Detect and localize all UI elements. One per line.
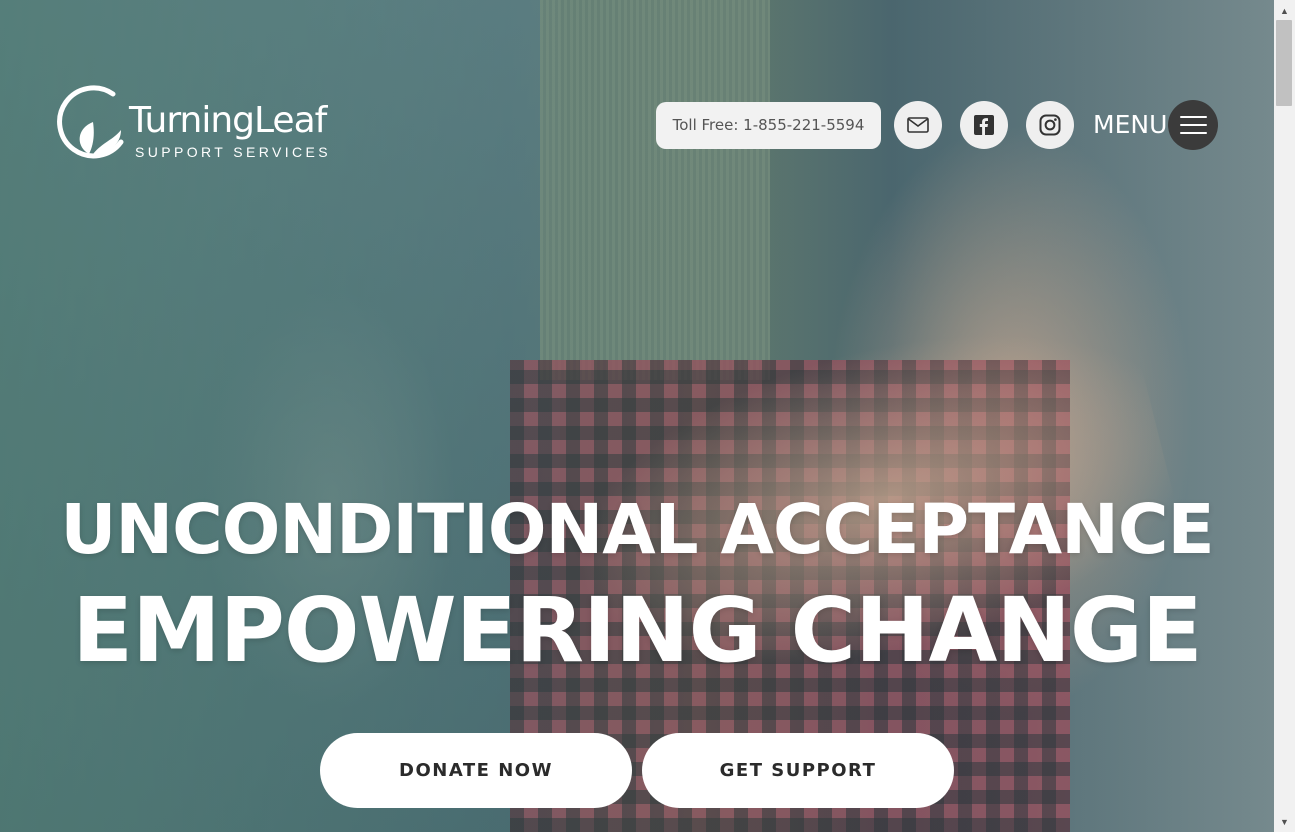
instagram-button[interactable]: [1026, 101, 1074, 149]
page-scrollbar[interactable]: ▲ ▼: [1274, 0, 1295, 832]
instagram-icon: [1039, 114, 1061, 136]
menu-label[interactable]: MENU: [1093, 108, 1167, 142]
hero-background: TurningLeaf SUPPORT SERVICES Toll Free: …: [0, 0, 1274, 832]
facebook-icon: [974, 115, 994, 135]
menu-button[interactable]: [1168, 100, 1218, 150]
email-button[interactable]: [894, 101, 942, 149]
toll-free-button[interactable]: Toll Free: 1-855-221-5594: [656, 102, 881, 149]
hamburger-icon: [1179, 116, 1207, 118]
site-logo[interactable]: TurningLeaf SUPPORT SERVICES: [55, 84, 335, 164]
get-support-button[interactable]: GET SUPPORT: [642, 733, 954, 808]
hero-headline-line1: UNCONDITIONAL ACCEPTANCE: [60, 490, 1214, 570]
logo-tagline: SUPPORT SERVICES: [135, 144, 332, 160]
scroll-up-arrow-icon[interactable]: ▲: [1274, 2, 1295, 19]
scroll-down-arrow-icon[interactable]: ▼: [1274, 813, 1295, 830]
donate-now-button[interactable]: DONATE NOW: [320, 733, 632, 808]
logo-name: TurningLeaf: [129, 100, 327, 141]
mail-icon: [907, 117, 929, 133]
hero-headline-line2: EMPOWERING CHANGE: [72, 578, 1202, 682]
leaf-logo-icon: [57, 85, 124, 159]
scroll-thumb[interactable]: [1276, 20, 1292, 106]
facebook-button[interactable]: [960, 101, 1008, 149]
